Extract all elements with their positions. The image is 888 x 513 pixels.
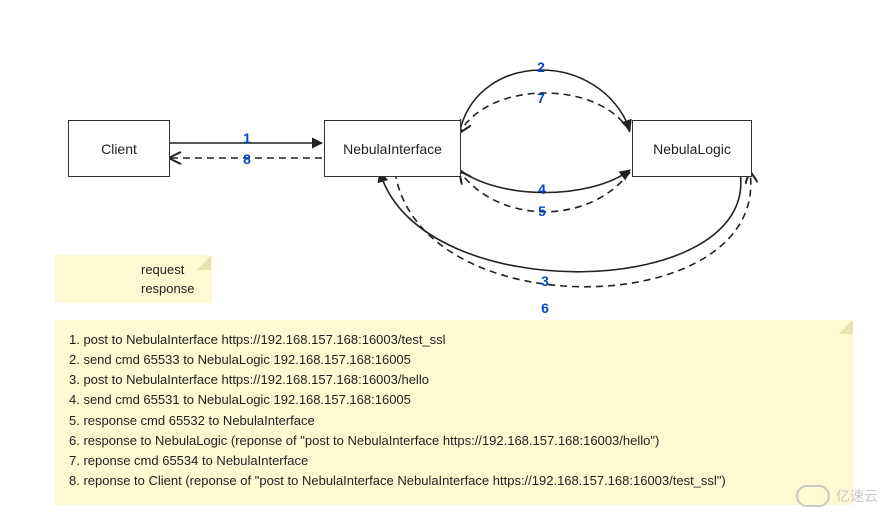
node-logic-label: NebulaLogic <box>653 141 731 157</box>
edge-label-6: 6 <box>541 300 549 316</box>
note-fold-icon <box>839 320 853 334</box>
diagram-canvas: Client NebulaInterface NebulaLogic 1 8 2… <box>0 0 888 513</box>
edge-3 <box>380 172 741 272</box>
edge-label-1: 1 <box>243 130 251 146</box>
note-fold-icon <box>197 256 211 270</box>
step-line: 1. post to NebulaInterface https://192.1… <box>69 330 839 350</box>
node-client-label: Client <box>101 141 137 157</box>
step-line: 4. send cmd 65531 to NebulaLogic 192.168… <box>69 390 839 410</box>
step-line: 5. response cmd 65532 to NebulaInterface <box>69 411 839 431</box>
steps-note: 1. post to NebulaInterface https://192.1… <box>55 320 853 505</box>
node-client: Client <box>68 120 170 177</box>
legend-response-label: response <box>141 281 194 296</box>
step-line: 7. reponse cmd 65534 to NebulaInterface <box>69 451 839 471</box>
edge-label-2: 2 <box>537 59 545 75</box>
edge-label-8: 8 <box>243 151 251 167</box>
legend-request-label: request <box>141 262 184 277</box>
step-line: 3. post to NebulaInterface https://192.1… <box>69 370 839 390</box>
cloud-icon <box>796 485 830 507</box>
node-logic: NebulaLogic <box>632 120 752 177</box>
legend: request response <box>55 255 212 303</box>
edge-label-4: 4 <box>538 181 546 197</box>
node-interface: NebulaInterface <box>324 120 461 177</box>
node-interface-label: NebulaInterface <box>343 141 442 157</box>
edge-label-7: 7 <box>537 90 545 106</box>
watermark: 亿速云 <box>796 485 878 507</box>
watermark-text: 亿速云 <box>836 486 878 506</box>
edge-6 <box>395 172 751 287</box>
step-line: 6. response to NebulaLogic (reponse of "… <box>69 431 839 451</box>
edge-label-3: 3 <box>541 273 549 289</box>
edge-label-5: 5 <box>538 203 546 219</box>
step-line: 2. send cmd 65533 to NebulaLogic 192.168… <box>69 350 839 370</box>
step-line: 8. reponse to Client (reponse of "post t… <box>69 471 839 491</box>
